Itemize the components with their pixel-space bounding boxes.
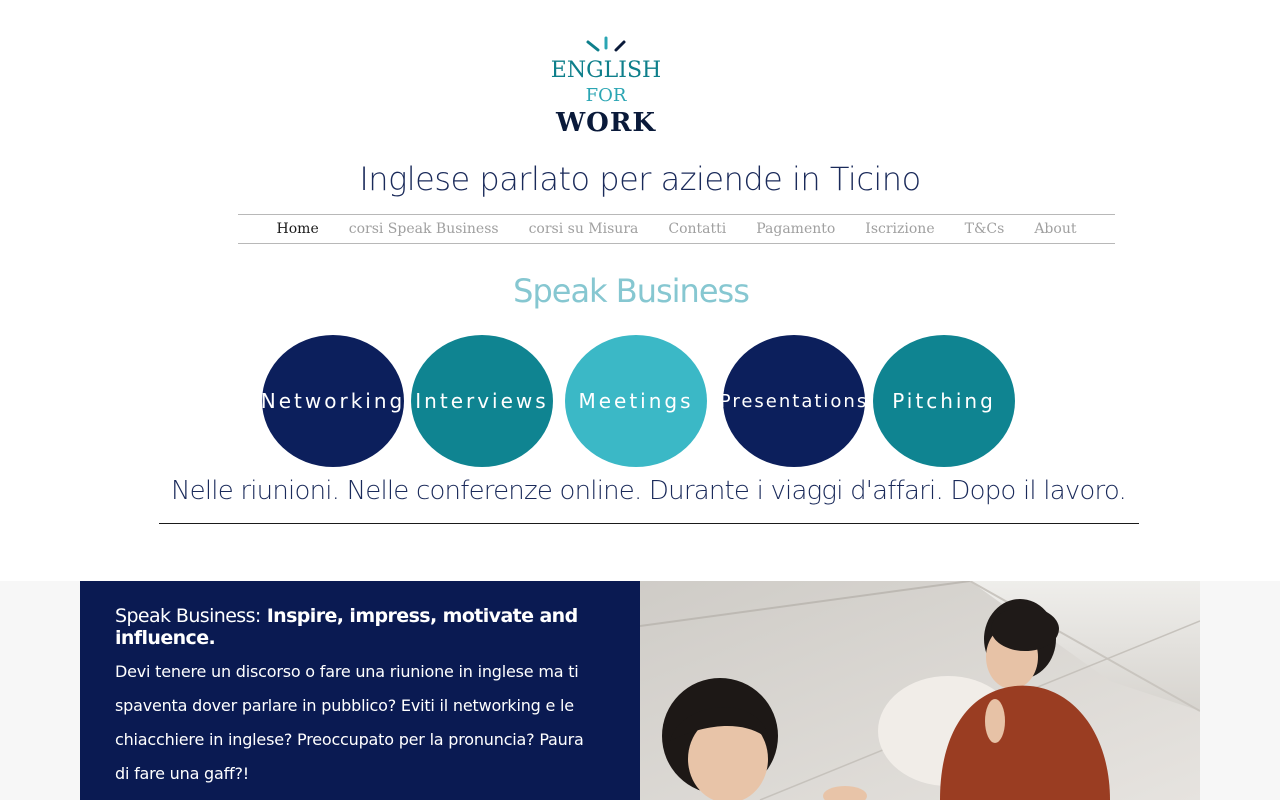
- circle-meetings[interactable]: Meetings: [565, 335, 707, 467]
- logo-rays-icon: [586, 36, 626, 52]
- panel-body-text: Devi tenere un discorso o fare una riuni…: [115, 662, 584, 783]
- section-title: Speak Business: [513, 272, 750, 310]
- site-tagline: Inglese parlato per aziende in Ticino: [359, 160, 921, 198]
- section-subline: Nelle riunioni. Nelle conferenze online.…: [171, 476, 1127, 506]
- logo-text-for: FOR: [585, 85, 627, 106]
- divider: [159, 523, 1139, 524]
- site-logo[interactable]: ENGLISH FOR WORK: [540, 36, 672, 140]
- nav-item-about[interactable]: About: [1019, 221, 1091, 237]
- circle-interviews[interactable]: Interviews: [411, 335, 553, 467]
- office-meeting-photo: [640, 581, 1200, 800]
- nav-item-tcs[interactable]: T&Cs: [950, 221, 1020, 237]
- circle-label: Interviews: [415, 389, 549, 413]
- nav-item-corsi-speak-business[interactable]: corsi Speak Business: [334, 221, 514, 237]
- page: ENGLISH FOR WORK Inglese parlato per azi…: [0, 0, 1280, 800]
- nav-item-home[interactable]: Home: [262, 221, 334, 237]
- circle-presentations[interactable]: Presentations: [719, 335, 869, 467]
- nav-item-corsi-su-misura[interactable]: corsi su Misura: [514, 221, 654, 237]
- logo-text-english: ENGLISH: [550, 58, 662, 83]
- circle-networking[interactable]: Networking: [260, 335, 406, 467]
- hero-photo: [640, 581, 1200, 800]
- logo-text-work: WORK: [555, 108, 657, 138]
- panel-heading-lead: Speak Business:: [115, 605, 261, 627]
- nav-item-contatti[interactable]: Contatti: [653, 221, 741, 237]
- nav-item-pagamento[interactable]: Pagamento: [741, 221, 850, 237]
- main-nav: Home corsi Speak Business corsi su Misur…: [238, 214, 1115, 244]
- nav-item-iscrizione[interactable]: Iscrizione: [850, 221, 949, 237]
- circle-label: Pitching: [892, 389, 996, 413]
- circle-label: Networking: [260, 389, 406, 413]
- intro-panel: Speak Business: Inspire, impress, motiva…: [80, 581, 640, 800]
- circle-label: Meetings: [578, 389, 694, 413]
- panel-heading: Speak Business: Inspire, impress, motiva…: [115, 605, 635, 649]
- circle-label: Presentations: [719, 390, 869, 412]
- circle-pitching[interactable]: Pitching: [873, 335, 1015, 467]
